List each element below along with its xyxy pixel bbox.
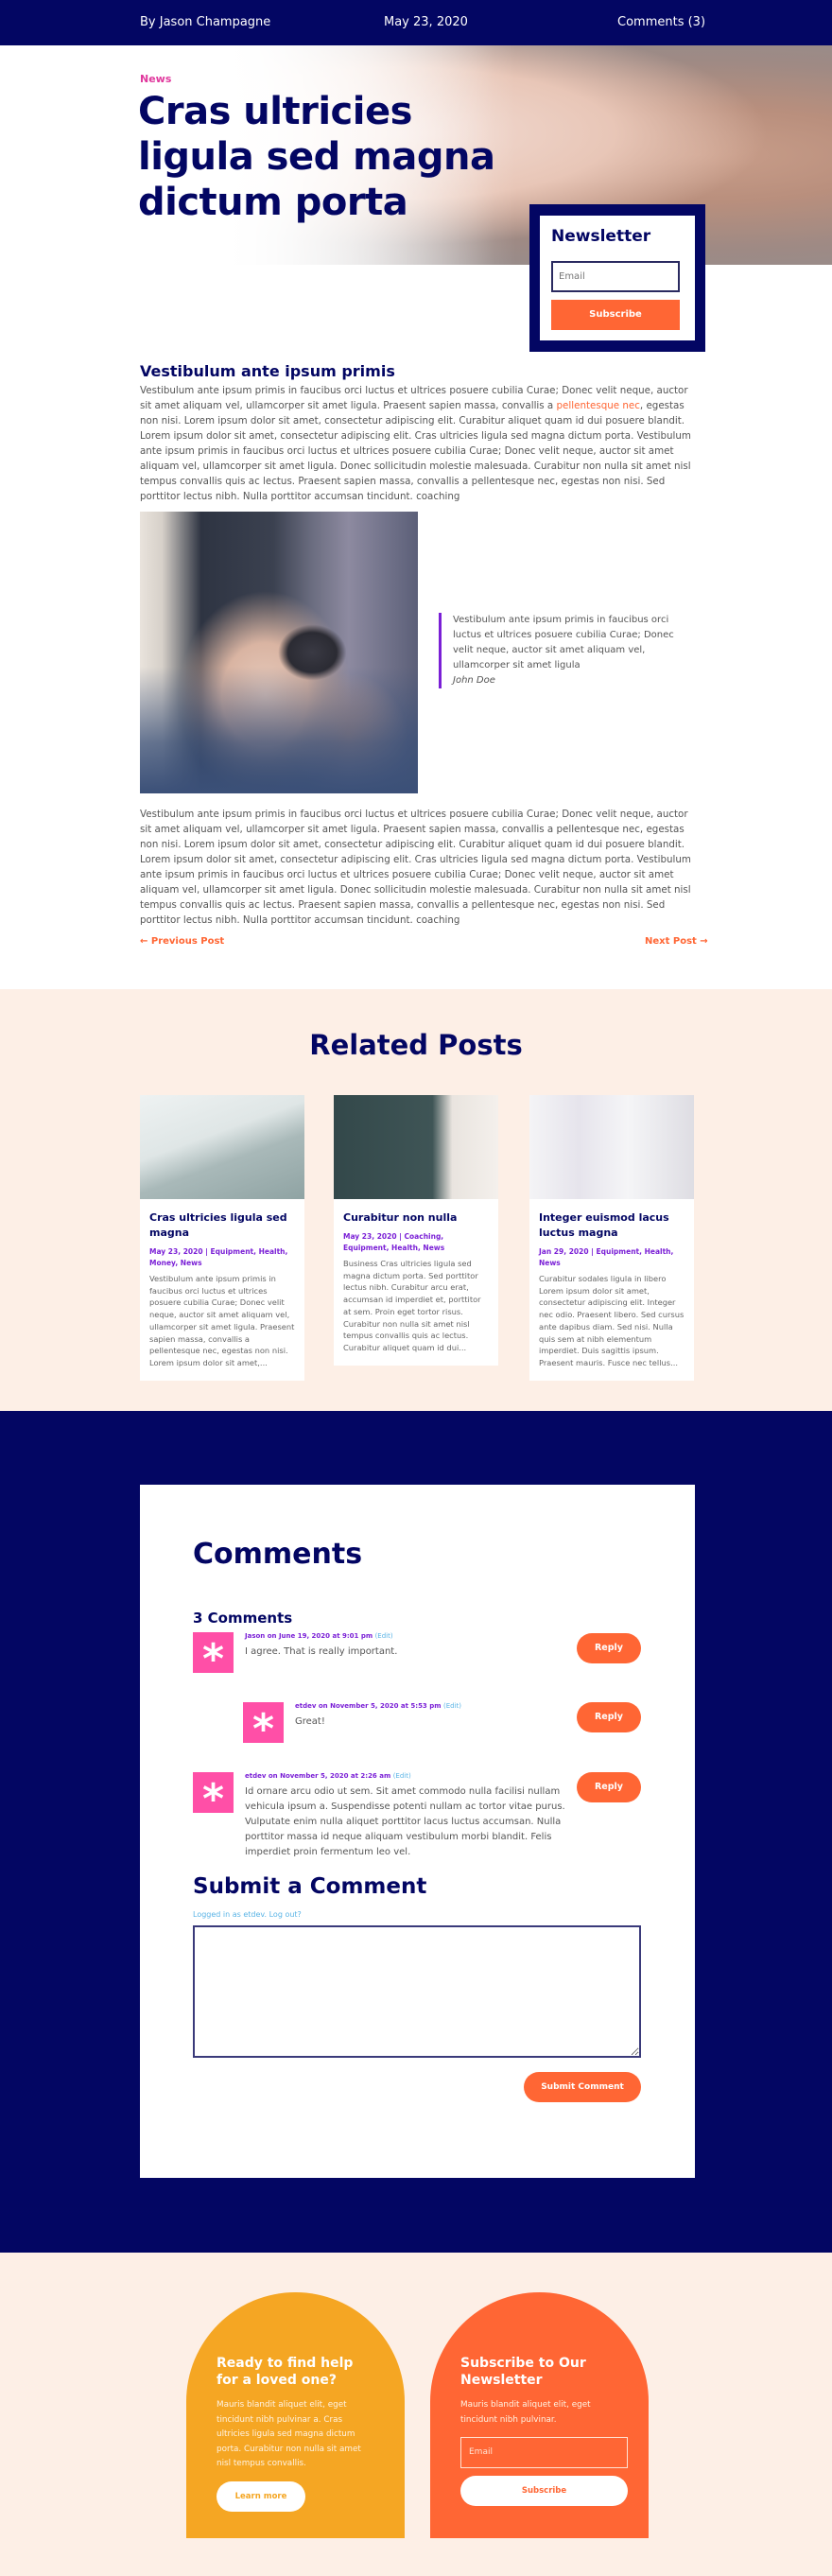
subscribe-cta-card: Subscribe to Our Newsletter Mauris bland…	[430, 2292, 649, 2538]
avatar-icon: *	[193, 1772, 234, 1823]
newsletter-widget: Newsletter Email Subscribe	[529, 204, 705, 352]
help-cta-title: Ready to find help for a loved one?	[217, 2356, 354, 2388]
comments-box: Comments 3 Comments * Jason on June 19, …	[140, 1485, 695, 2178]
article-heading: Vestibulum ante ipsum primis	[140, 362, 395, 380]
related-post-meta[interactable]: Jan 29, 2020 | Equipment, Health, News	[539, 1246, 685, 1269]
edit-link[interactable]: (Edit)	[393, 1772, 411, 1780]
related-post-card[interactable]: Cras ultricies ligula sed magna May 23, …	[140, 1095, 304, 1381]
edit-link[interactable]: (Edit)	[375, 1632, 393, 1640]
related-post-title[interactable]: Curabitur non nulla	[343, 1210, 489, 1226]
comments-title: Comments	[193, 1538, 363, 1571]
reply-button[interactable]: Reply	[577, 1633, 641, 1663]
logged-in-link[interactable]: Logged in as etdev. Log out?	[193, 1910, 302, 1919]
submit-comment-button[interactable]: Submit Comment	[524, 2072, 641, 2102]
subscribe-cta-text: Mauris blandit aliquet elit, eget tincid…	[460, 2400, 591, 2425]
newsletter-email-input[interactable]: Email	[551, 261, 680, 292]
comment-textarea[interactable]	[193, 1925, 641, 2058]
comment-byline[interactable]: etdev on November 5, 2020 at 2:26 am	[245, 1772, 390, 1780]
comment-text: Id ornare arcu odio ut sem. Sit amet com…	[245, 1786, 565, 1857]
related-post-excerpt: Business Cras ultricies ligula sed magna…	[343, 1259, 481, 1352]
related-post-title[interactable]: Integer euismod lacus luctus magna	[539, 1210, 685, 1241]
article-paragraph-2: Vestibulum ante ipsum primis in faucibus…	[140, 809, 691, 926]
reply-button[interactable]: Reply	[577, 1772, 641, 1802]
newsletter-title: Newsletter	[551, 227, 651, 246]
related-post-card[interactable]: Integer euismod lacus luctus magna Jan 2…	[529, 1095, 694, 1381]
inline-link[interactable]: pellentesque nec	[557, 400, 640, 411]
help-cta-card: Ready to find help for a loved one? Maur…	[186, 2292, 405, 2538]
comments-section: Comments 3 Comments * Jason on June 19, …	[0, 1411, 832, 2253]
post-date: May 23, 2020	[384, 15, 468, 29]
related-post-excerpt: Curabitur sodales ligula in libero Lorem…	[539, 1274, 685, 1367]
blockquote: Vestibulum ante ipsum primis in faucibus…	[439, 613, 675, 688]
article-paragraph-1: Vestibulum ante ipsum primis in faucibus…	[140, 385, 691, 502]
edit-link[interactable]: (Edit)	[443, 1702, 461, 1710]
comment-byline[interactable]: Jason on June 19, 2020 at 9:01 pm	[245, 1632, 373, 1640]
blood-pressure-photo	[140, 512, 418, 793]
avatar-icon: *	[193, 1632, 234, 1683]
comment-text: I agree. That is really important.	[245, 1646, 398, 1657]
quote-author: John Doe	[453, 675, 495, 686]
related-post-meta[interactable]: May 23, 2020 | Equipment, Health, Money,…	[149, 1246, 295, 1269]
next-post-link[interactable]: Next Post →	[645, 936, 708, 947]
comments-count: 3 Comments	[193, 1610, 293, 1627]
previous-post-link[interactable]: ← Previous Post	[140, 936, 224, 947]
post-thumbnail[interactable]	[334, 1095, 498, 1199]
reply-button[interactable]: Reply	[577, 1702, 641, 1732]
submit-comment-title: Submit a Comment	[193, 1874, 427, 1899]
post-thumbnail[interactable]	[140, 1095, 304, 1199]
post-meta-bar: By Jason Champagne May 23, 2020 Comments…	[0, 0, 832, 45]
footer-subscribe-button[interactable]: Subscribe	[460, 2476, 628, 2506]
learn-more-button[interactable]: Learn more	[217, 2480, 305, 2512]
related-post-meta[interactable]: May 23, 2020 | Coaching, Equipment, Heal…	[343, 1231, 489, 1254]
avatar-icon: *	[243, 1702, 284, 1753]
category-link[interactable]: News	[140, 73, 171, 85]
post-title: Cras ultricies ligula sed magna dictum p…	[138, 90, 495, 224]
newsletter-subscribe-button[interactable]: Subscribe	[551, 300, 680, 330]
comment-byline[interactable]: etdev on November 5, 2020 at 5:53 pm	[295, 1702, 442, 1710]
related-posts-title: Related Posts	[309, 1029, 523, 1061]
help-cta-text: Mauris blandit aliquet elit, eget tincid…	[217, 2400, 361, 2468]
quote-text: Vestibulum ante ipsum primis in faucibus…	[453, 615, 674, 670]
post-thumbnail[interactable]	[529, 1095, 694, 1199]
related-post-excerpt: Vestibulum ante ipsum primis in faucibus…	[149, 1274, 295, 1367]
footer-email-input[interactable]: Email	[460, 2437, 628, 2468]
related-post-title[interactable]: Cras ultricies ligula sed magna	[149, 1210, 295, 1241]
subscribe-cta-title: Subscribe to Our Newsletter	[460, 2356, 586, 2388]
author-link[interactable]: By Jason Champagne	[140, 15, 270, 29]
related-posts-section: Related Posts Cras ultricies ligula sed …	[0, 989, 832, 1411]
footer-cta-section: Ready to find help for a loved one? Maur…	[0, 2253, 832, 2576]
comments-link[interactable]: Comments (3)	[617, 15, 705, 29]
related-post-card[interactable]: Curabitur non nulla May 23, 2020 | Coach…	[334, 1095, 498, 1366]
comment-text: Great!	[295, 1716, 325, 1727]
